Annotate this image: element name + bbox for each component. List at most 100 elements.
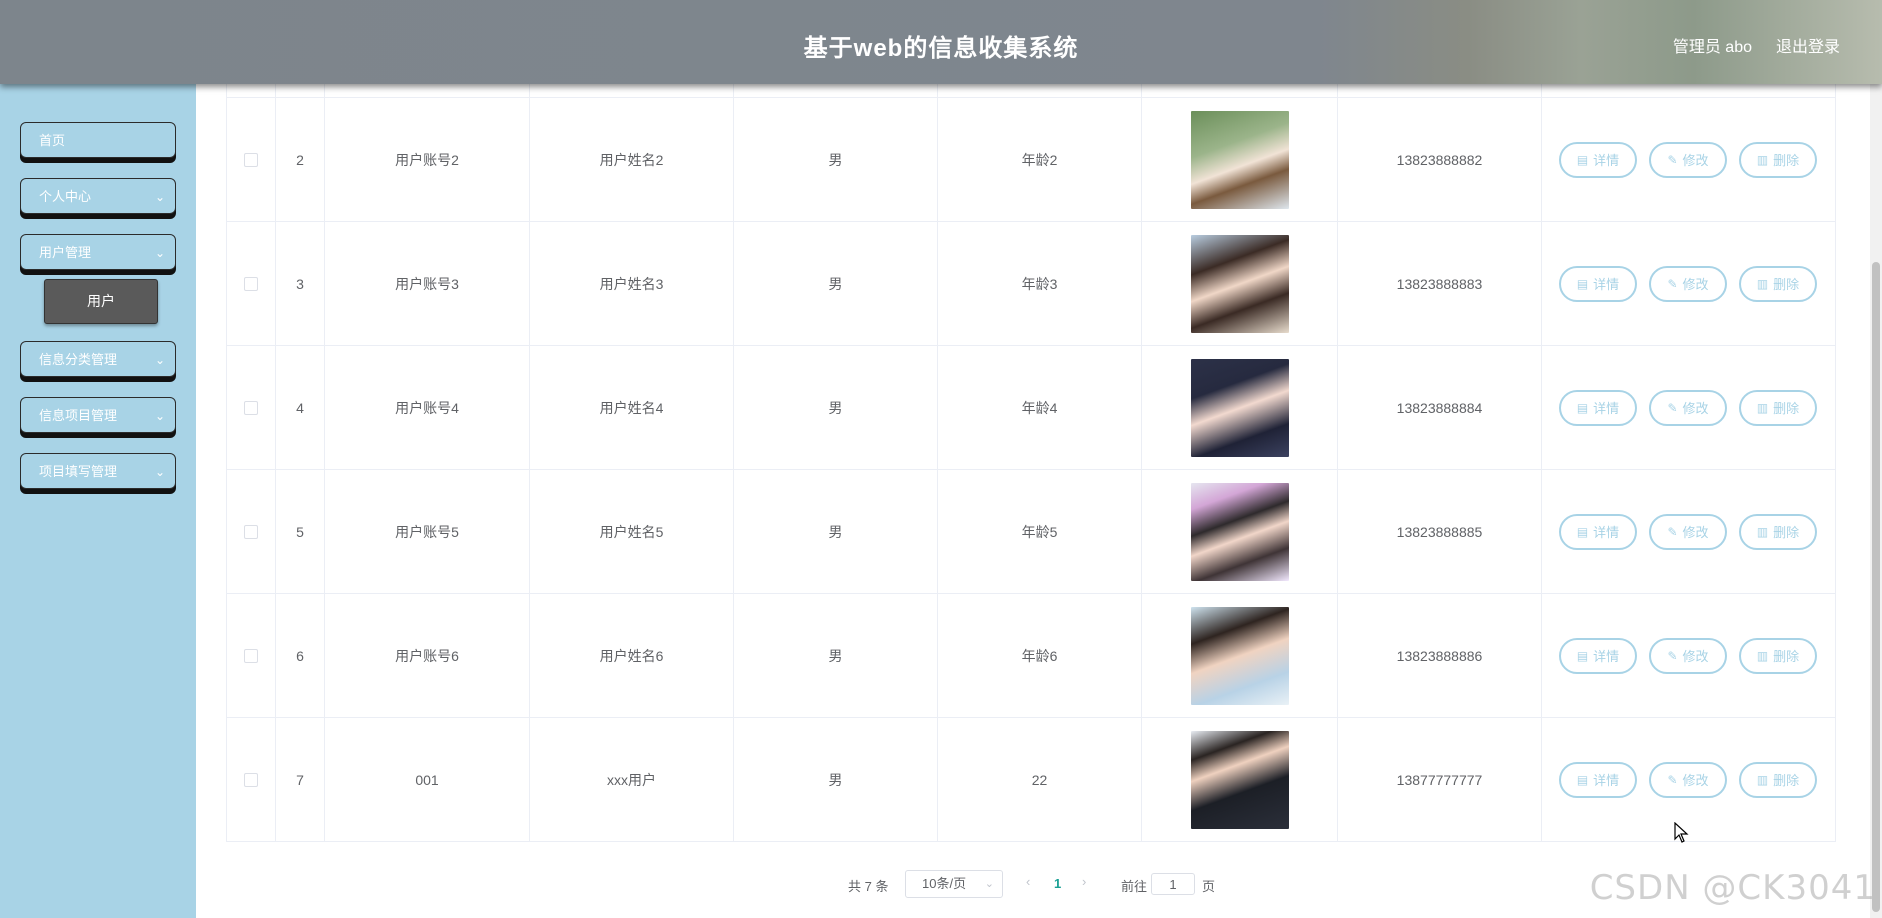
sidebar-item-home[interactable]: 首页 [20,122,176,158]
trash-icon: ▥ [1756,524,1769,539]
delete-label: 删除 [1773,649,1800,664]
row-checkbox[interactable] [244,276,258,291]
edit-button[interactable]: ✎ 修改 [1649,761,1727,798]
page-number-current[interactable]: 1 [1054,876,1061,891]
user-phone: 13823888883 [1338,222,1542,345]
user-account: 001 [325,718,530,841]
detail-button[interactable]: ▤ 详情 [1559,637,1637,674]
delete-button[interactable]: ▥ 删除 [1739,389,1817,426]
chevron-down-icon: ⌄ [154,353,165,367]
user-account: 用户账号3 [325,222,530,345]
user-photo[interactable] [1190,110,1289,209]
delete-button[interactable]: ▥ 删除 [1739,761,1817,798]
row-checkbox[interactable] [244,524,258,539]
user-age: 年龄2 [938,98,1142,221]
edit-label: 修改 [1682,153,1709,168]
pencil-icon: ✎ [1667,276,1678,291]
detail-button[interactable]: ▤ 详情 [1559,761,1637,798]
sidebar-item-label: 首页 [39,133,66,148]
user-photo[interactable] [1190,482,1289,581]
detail-button[interactable]: ▤ 详情 [1559,389,1637,426]
row-checkbox-cell [227,470,276,593]
sidebar-item-label: 个人中心 [39,189,92,204]
row-actions: ▤ 详情 ✎ 修改 ▥ 删除 [1542,594,1837,717]
logout-link[interactable]: 退出登录 [1776,33,1840,57]
delete-label: 删除 [1773,153,1800,168]
photo-cell [1142,470,1338,593]
row-index: 4 [276,346,325,469]
delete-button[interactable]: ▥ 删除 [1739,513,1817,550]
edit-button[interactable]: ✎ 修改 [1649,513,1727,550]
sidebar-item-personal-center[interactable]: 个人中心 ⌄ [20,178,176,214]
sidebar-item-project-fill[interactable]: 项目填写管理 ⌄ [20,453,176,489]
delete-button[interactable]: ▥ 删除 [1739,265,1817,302]
photo-cell [1142,718,1338,841]
detail-label: 详情 [1593,525,1620,540]
pencil-icon: ✎ [1667,648,1678,663]
row-checkbox[interactable] [244,772,258,787]
user-phone: 13823888885 [1338,470,1542,593]
page-size-select[interactable]: 10条/页 ⌄ [905,870,1003,898]
edit-label: 修改 [1682,773,1709,788]
delete-button[interactable]: ▥ 删除 [1739,637,1817,674]
user-account: 用户账号5 [325,470,530,593]
goto-page-input[interactable] [1151,873,1195,895]
row-actions: ▤ 详情 ✎ 修改 ▥ 删除 [1542,346,1837,469]
next-page-icon[interactable]: › [1082,874,1086,889]
row-checkbox[interactable] [244,400,258,415]
page-label: 页 [1202,879,1216,894]
user-name: 用户姓名5 [530,470,734,593]
user-name: 用户姓名6 [530,594,734,717]
user-age: 年龄3 [938,222,1142,345]
user-sex: 男 [734,470,938,593]
delete-label: 删除 [1773,401,1800,416]
sidebar-item-info-category[interactable]: 信息分类管理 ⌄ [20,341,176,377]
user-account: 用户账号2 [325,98,530,221]
photo-cell [1142,594,1338,717]
row-checkbox[interactable] [244,648,258,663]
detail-button[interactable]: ▤ 详情 [1559,513,1637,550]
user-photo[interactable] [1190,358,1289,457]
document-icon: ▤ [1576,276,1589,291]
user-age: 年龄4 [938,346,1142,469]
user-phone: 13877777777 [1338,718,1542,841]
page-size-value: 10条/页 [922,876,967,891]
submenu-item-users[interactable]: 用户 [44,279,158,324]
edit-button[interactable]: ✎ 修改 [1649,637,1727,674]
pencil-icon: ✎ [1667,400,1678,415]
user-age: 年龄6 [938,594,1142,717]
row-checkbox[interactable] [244,152,258,167]
trash-icon: ▥ [1756,152,1769,167]
row-index: 3 [276,222,325,345]
user-photo[interactable] [1190,730,1289,829]
prev-page-icon[interactable]: ‹ [1026,874,1030,889]
edit-button[interactable]: ✎ 修改 [1649,141,1727,178]
sidebar-item-label: 信息分类管理 [39,352,118,367]
sidebar-item-user-management[interactable]: 用户管理 ⌄ [20,234,176,270]
detail-button[interactable]: ▤ 详情 [1559,265,1637,302]
edit-label: 修改 [1682,649,1709,664]
row-actions: ▤ 详情 ✎ 修改 ▥ 删除 [1542,222,1837,345]
row-actions: ▤ 详情 ✎ 修改 ▥ 删除 [1542,98,1837,221]
detail-button[interactable]: ▤ 详情 [1559,141,1637,178]
delete-button[interactable]: ▥ 删除 [1739,141,1817,178]
edit-button[interactable]: ✎ 修改 [1649,265,1727,302]
row-checkbox-cell [227,346,276,469]
delete-label: 删除 [1773,277,1800,292]
sidebar-item-info-project[interactable]: 信息项目管理 ⌄ [20,397,176,433]
user-photo[interactable] [1190,606,1289,705]
detail-label: 详情 [1593,773,1620,788]
scrollbar-thumb[interactable] [1872,262,1880,912]
user-name: 用户姓名3 [530,222,734,345]
row-index: 2 [276,98,325,221]
row-checkbox-cell [227,222,276,345]
row-checkbox-cell [227,594,276,717]
document-icon: ▤ [1576,152,1589,167]
document-icon: ▤ [1576,772,1589,787]
edit-label: 修改 [1682,277,1709,292]
table-row: 5 用户账号5 用户姓名5 男年龄5 13823888885 ▤ 详情 ✎ 修改 ▥ 删除 [226,470,1836,594]
user-photo[interactable] [1190,234,1289,333]
edit-button[interactable]: ✎ 修改 [1649,389,1727,426]
user-account: 用户账号6 [325,594,530,717]
page-scrollbar[interactable] [1870,84,1882,918]
